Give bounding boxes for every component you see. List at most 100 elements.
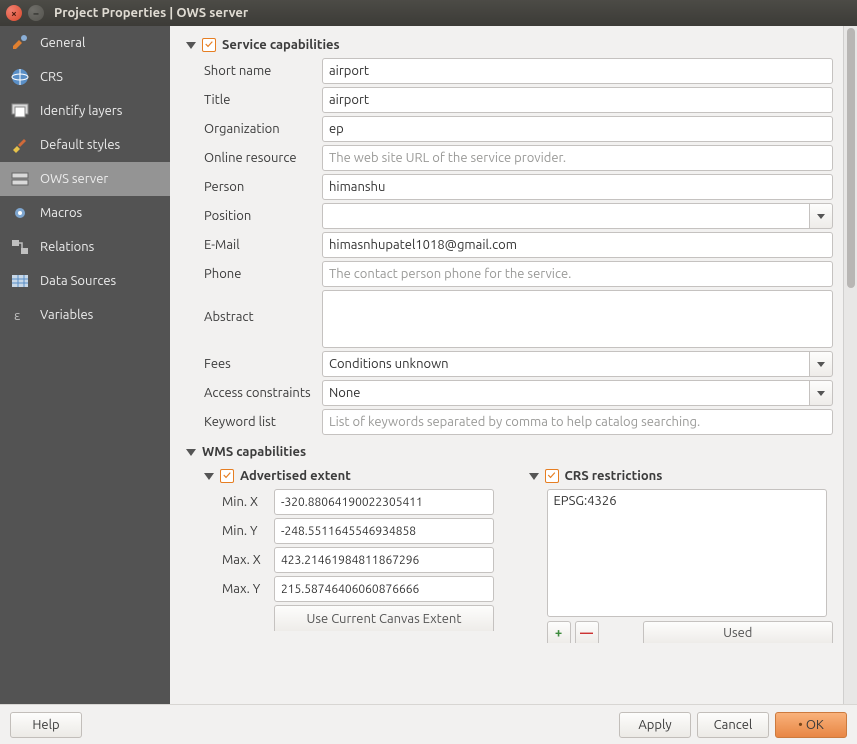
extent-form: Min. X Min. Y Max. X Max. Y Use Current … [222,489,509,631]
chevron-down-icon [817,362,825,367]
collapse-arrow-icon [529,473,539,480]
plus-icon: + [555,626,562,640]
title-label: Title [204,93,322,107]
table-icon [10,271,30,291]
sidebar-item-label: Identify layers [40,104,122,118]
crs-buttons: + — Used [547,621,834,643]
apply-button[interactable]: Apply [619,712,691,738]
sidebar-item-label: General [40,36,85,50]
fees-dropdown-button[interactable] [809,351,833,377]
sidebar-item-variables[interactable]: ε Variables [0,298,170,332]
use-current-canvas-extent-button[interactable]: Use Current Canvas Extent [274,605,494,631]
online-resource-label: Online resource [204,151,322,165]
service-capabilities-checkbox[interactable] [202,38,216,52]
access-constraints-combo[interactable] [322,380,833,406]
sidebar-item-label: Macros [40,206,82,220]
sidebar-item-general[interactable]: General [0,26,170,60]
crs-restrictions-header[interactable]: CRS restrictions [529,469,834,483]
maxx-label: Max. X [222,553,274,567]
collapse-arrow-icon [186,42,196,49]
fees-combo[interactable] [322,351,833,377]
minus-icon: — [580,626,593,640]
wms-subsections: Advertised extent Min. X Min. Y Max. X M… [204,465,833,643]
main-area: General CRS Identify layers Default styl… [0,26,857,704]
crs-remove-button[interactable]: — [575,621,599,643]
minx-input[interactable] [274,489,494,515]
scrollbar-thumb[interactable] [847,28,855,288]
svg-text:ε: ε [14,309,21,323]
email-label: E-Mail [204,238,322,252]
fees-input[interactable] [322,351,809,377]
online-resource-input[interactable] [322,145,833,171]
relations-icon [10,237,30,257]
sidebar-item-crs[interactable]: CRS [0,60,170,94]
collapse-arrow-icon [204,473,214,480]
cancel-button[interactable]: Cancel [697,712,769,738]
fees-label: Fees [204,357,322,371]
short-name-input[interactable] [322,58,833,84]
sidebar-item-label: Data Sources [40,274,116,288]
advertised-extent-checkbox[interactable] [220,469,234,483]
sidebar-item-ows-server[interactable]: OWS server [0,162,170,196]
window-minimize-button[interactable]: – [28,5,44,21]
sidebar-item-default-styles[interactable]: Default styles [0,128,170,162]
person-input[interactable] [322,174,833,200]
position-combo[interactable] [322,203,833,229]
access-constraints-input[interactable] [322,380,809,406]
position-dropdown-button[interactable] [809,203,833,229]
crs-used-button[interactable]: Used [643,621,834,643]
server-icon [10,169,30,189]
chevron-down-icon [817,391,825,396]
content-wrap: Service capabilities Short name Title Or… [170,26,857,704]
email-input[interactable] [322,232,833,258]
window-close-button[interactable]: × [6,5,22,21]
position-label: Position [204,209,322,223]
subsection-title: CRS restrictions [565,469,663,483]
globe-icon [10,67,30,87]
vertical-scrollbar[interactable] [843,26,857,704]
sidebar-item-label: OWS server [40,172,108,186]
maxx-input[interactable] [274,547,494,573]
sidebar-item-macros[interactable]: Macros [0,196,170,230]
crs-add-button[interactable]: + [547,621,571,643]
sidebar-item-label: Variables [40,308,93,322]
sidebar-item-identify-layers[interactable]: Identify layers [0,94,170,128]
advertised-extent-header[interactable]: Advertised extent [204,469,509,483]
maxy-input[interactable] [274,576,494,602]
phone-input[interactable] [322,261,833,287]
gear-icon [10,203,30,223]
position-input[interactable] [322,203,809,229]
crs-list[interactable]: EPSG:4326 [547,489,827,617]
service-capabilities-header[interactable]: Service capabilities [186,38,833,52]
access-constraints-label: Access constraints [204,386,322,400]
dialog-footer: Help Apply Cancel OK [0,704,857,744]
advertised-extent-section: Advertised extent Min. X Min. Y Max. X M… [204,465,509,643]
title-input[interactable] [322,87,833,113]
chevron-down-icon [817,214,825,219]
window-title: Project Properties | OWS server [54,6,248,20]
crs-restrictions-checkbox[interactable] [545,469,559,483]
layers-icon [10,101,30,121]
organization-input[interactable] [322,116,833,142]
help-button[interactable]: Help [10,712,82,738]
wms-capabilities-header[interactable]: WMS capabilities [186,445,833,459]
brush-icon [10,135,30,155]
phone-label: Phone [204,267,322,281]
section-title: WMS capabilities [202,445,306,459]
sidebar-item-label: CRS [40,70,63,84]
keyword-list-input[interactable] [322,409,833,435]
sidebar-item-data-sources[interactable]: Data Sources [0,264,170,298]
person-label: Person [204,180,322,194]
miny-input[interactable] [274,518,494,544]
wrench-icon [10,33,30,53]
crs-restrictions-section: CRS restrictions EPSG:4326 + — Used [529,465,834,643]
titlebar: × – Project Properties | OWS server [0,0,857,26]
sidebar-item-label: Default styles [40,138,120,152]
access-constraints-dropdown-button[interactable] [809,380,833,406]
sidebar-item-relations[interactable]: Relations [0,230,170,264]
subsection-title: Advertised extent [240,469,351,483]
short-name-label: Short name [204,64,322,78]
crs-list-item[interactable]: EPSG:4326 [554,494,820,508]
abstract-input[interactable] [322,290,833,348]
ok-button[interactable]: OK [775,712,847,738]
